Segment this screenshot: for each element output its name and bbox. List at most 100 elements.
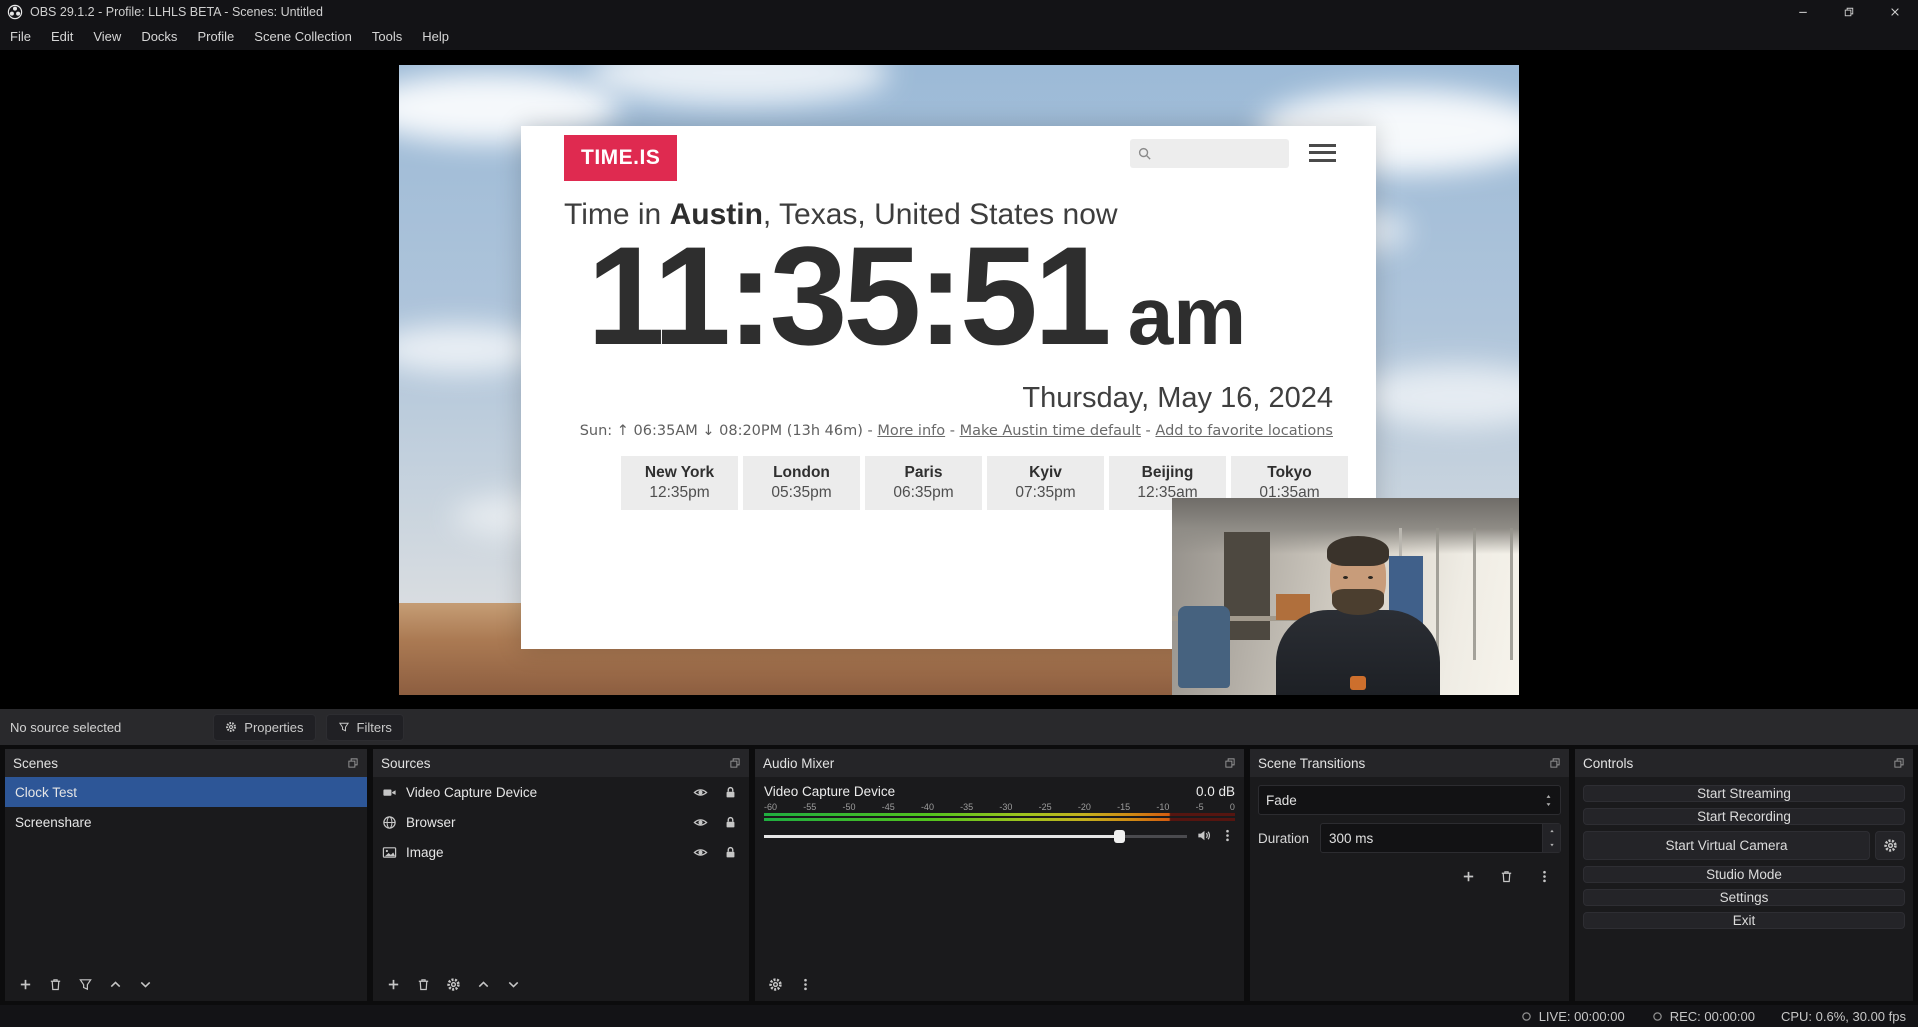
scene-filters-button[interactable]	[72, 971, 98, 997]
controls-panel: Controls Start Streaming Start Recording…	[1575, 749, 1913, 1001]
duration-label: Duration	[1258, 831, 1320, 846]
live-time: LIVE: 00:00:00	[1539, 1009, 1625, 1024]
eye-icon[interactable]	[693, 845, 708, 860]
add-transition-button[interactable]	[1455, 863, 1481, 889]
meter-bar-right	[764, 818, 1235, 821]
mixer-toolbar	[755, 967, 1244, 1001]
volume-slider-handle[interactable]	[1114, 830, 1125, 843]
preview-canvas[interactable]: TIME.IS Time in Austin, Texas, United St…	[399, 65, 1519, 695]
move-source-up-button[interactable]	[470, 971, 496, 997]
menu-edit[interactable]: Edit	[41, 24, 83, 50]
source-properties-button[interactable]	[440, 971, 466, 997]
menu-view[interactable]: View	[83, 24, 131, 50]
obs-window: OBS 29.1.2 - Profile: LLHLS BETA - Scene…	[0, 0, 1918, 1027]
mixer-channel-menu-icon[interactable]	[1220, 828, 1235, 843]
settings-button[interactable]: Settings	[1583, 889, 1905, 906]
move-scene-up-button[interactable]	[102, 971, 128, 997]
properties-button[interactable]: Properties	[213, 714, 315, 741]
source-row-video-capture[interactable]: Video Capture Device	[373, 777, 749, 807]
lock-icon[interactable]	[723, 785, 738, 800]
close-button[interactable]	[1872, 0, 1918, 24]
duration-up-button[interactable]	[1543, 824, 1560, 838]
volume-slider[interactable]	[764, 829, 1187, 843]
scene-item-clock-test[interactable]: Clock Test	[5, 777, 367, 807]
menu-file[interactable]: File	[0, 24, 41, 50]
scenes-panel: Scenes Clock Test Screenshare	[5, 749, 367, 1001]
transitions-panel-header[interactable]: Scene Transitions	[1250, 749, 1569, 777]
transition-select[interactable]: Fade	[1258, 785, 1561, 815]
mixer-channel-name: Video Capture Device	[764, 784, 895, 799]
popout-icon[interactable]	[347, 757, 359, 769]
move-source-down-button[interactable]	[500, 971, 526, 997]
volume-meter	[764, 813, 1235, 821]
webcam-chair	[1178, 606, 1230, 688]
sources-panel-title: Sources	[381, 756, 431, 771]
duration-down-button[interactable]	[1543, 838, 1560, 852]
start-streaming-button[interactable]: Start Streaming	[1583, 785, 1905, 802]
source-row-image[interactable]: Image	[373, 837, 749, 867]
advanced-audio-button[interactable]	[762, 971, 788, 997]
move-scene-down-button[interactable]	[132, 971, 158, 997]
controls-panel-header[interactable]: Controls	[1575, 749, 1913, 777]
popout-icon[interactable]	[729, 757, 741, 769]
scenes-panel-header[interactable]: Scenes	[5, 749, 367, 777]
search-icon	[1137, 146, 1152, 161]
start-virtual-camera-button[interactable]: Start Virtual Camera	[1583, 831, 1870, 860]
webcam-person-head	[1330, 542, 1386, 612]
filters-button[interactable]: Filters	[326, 714, 404, 741]
timeis-search-box	[1130, 139, 1289, 168]
virtual-camera-config-button[interactable]	[1875, 831, 1905, 860]
sun-info: Sun: ↑ 06:35AM ↓ 08:20PM (13h 46m)	[580, 423, 863, 439]
exit-button[interactable]: Exit	[1583, 912, 1905, 929]
duration-input[interactable]: 300 ms	[1320, 823, 1561, 853]
eye-icon[interactable]	[693, 785, 708, 800]
lock-icon[interactable]	[723, 815, 738, 830]
popout-icon[interactable]	[1549, 757, 1561, 769]
meter-scale: -60-55-50-45-40-35-30-25-20-15-10-50	[764, 802, 1235, 812]
add-scene-button[interactable]	[12, 971, 38, 997]
remove-transition-button[interactable]	[1493, 863, 1519, 889]
controls-panel-title: Controls	[1583, 756, 1633, 771]
speaker-icon[interactable]	[1196, 828, 1211, 843]
eye-icon[interactable]	[693, 815, 708, 830]
menu-docks[interactable]: Docks	[131, 24, 187, 50]
source-row-browser[interactable]: Browser	[373, 807, 749, 837]
filter-icon	[338, 721, 350, 733]
menu-profile[interactable]: Profile	[187, 24, 244, 50]
record-status-icon	[1651, 1010, 1664, 1023]
scenes-toolbar	[5, 967, 367, 1001]
cloud	[589, 65, 889, 105]
add-source-button[interactable]	[380, 971, 406, 997]
timeis-date: Thursday, May 16, 2024	[1022, 382, 1333, 415]
lock-icon[interactable]	[723, 845, 738, 860]
menu-help[interactable]: Help	[412, 24, 459, 50]
title-bar[interactable]: OBS 29.1.2 - Profile: LLHLS BETA - Scene…	[0, 0, 1918, 24]
webcam-overlay	[1172, 498, 1519, 695]
audio-mixer-header[interactable]: Audio Mixer	[755, 749, 1244, 777]
transition-menu-button[interactable]	[1531, 863, 1557, 889]
minimize-button[interactable]	[1780, 0, 1826, 24]
sources-panel-header[interactable]: Sources	[373, 749, 749, 777]
mixer-menu-button[interactable]	[792, 971, 818, 997]
world-clock: Kyiv 07:35pm	[987, 456, 1104, 510]
dock-area: Scenes Clock Test Screenshare Sources	[0, 745, 1918, 1005]
start-recording-button[interactable]: Start Recording	[1583, 808, 1905, 825]
menu-tools[interactable]: Tools	[362, 24, 412, 50]
popout-icon[interactable]	[1893, 757, 1905, 769]
preview-background: TIME.IS Time in Austin, Texas, United St…	[0, 50, 1918, 709]
add-favorite-link: Add to favorite locations	[1155, 423, 1333, 439]
popout-icon[interactable]	[1224, 757, 1236, 769]
scenes-panel-title: Scenes	[13, 756, 58, 771]
make-default-link: Make Austin time default	[960, 423, 1141, 439]
clock-time: 11:35:51	[587, 222, 1108, 369]
scene-item-screenshare[interactable]: Screenshare	[5, 807, 367, 837]
audio-mixer-panel: Audio Mixer Video Capture Device 0.0 dB …	[755, 749, 1244, 1001]
restore-button[interactable]	[1826, 0, 1872, 24]
menu-scene-collection[interactable]: Scene Collection	[244, 24, 362, 50]
clock-ampm: am	[1128, 270, 1247, 364]
image-icon	[382, 845, 397, 860]
remove-scene-button[interactable]	[42, 971, 68, 997]
timeis-clock: 11:35:51 am	[587, 222, 1246, 369]
studio-mode-button[interactable]: Studio Mode	[1583, 866, 1905, 883]
remove-source-button[interactable]	[410, 971, 436, 997]
